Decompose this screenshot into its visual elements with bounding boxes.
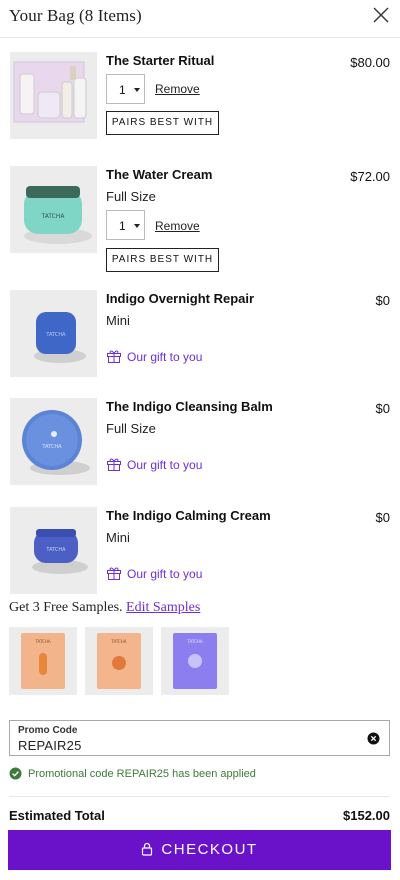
gift-note: Our gift to you (106, 348, 202, 364)
product-image-starter-ritual (10, 52, 97, 139)
item-size: Mini (106, 313, 130, 328)
checkout-button[interactable]: CHECKOUT (8, 830, 391, 870)
gift-label: Our gift to you (127, 458, 203, 472)
remove-link[interactable]: Remove (155, 219, 200, 233)
bag-header: Your Bag (8 Items) (0, 0, 400, 38)
gift-note: Our gift to you (106, 456, 202, 472)
svg-text:TATCHA: TATCHA (34, 639, 51, 644)
gift-icon (107, 567, 121, 580)
item-name: The Water Cream (106, 167, 213, 182)
edit-samples-link[interactable]: Edit Samples (126, 600, 200, 615)
item-name: The Indigo Calming Cream (106, 508, 271, 523)
svg-text:TATCHA: TATCHA (45, 332, 66, 338)
quantity-value: 1 (119, 219, 126, 233)
svg-text:TATCHA: TATCHA (41, 213, 66, 220)
product-image-indigo-calming-cream: TATCHA (10, 507, 97, 594)
clear-icon[interactable] (367, 732, 380, 745)
close-icon[interactable] (372, 6, 390, 24)
pairs-best-with-button[interactable]: PAIRS BEST WITH (106, 248, 219, 272)
svg-text:TATCHA: TATCHA (110, 639, 127, 644)
svg-text:TATCHA: TATCHA (41, 444, 62, 450)
remove-link[interactable]: Remove (155, 82, 200, 96)
svg-text:TATCHA: TATCHA (186, 639, 203, 644)
caret-down-icon (134, 224, 140, 228)
item-size: Full Size (106, 421, 156, 436)
free-samples-text: Get 3 Free Samples. (9, 600, 123, 615)
cart-item-starter-ritual: The Starter Ritual $80.00 1 Remove PAIRS… (0, 52, 400, 152)
product-image-water-cream: TATCHA (10, 166, 97, 253)
item-price: $80.00 (350, 55, 390, 70)
product-image-indigo-cleansing-balm: TATCHA (10, 398, 97, 485)
promo-code-label: Promo Code (18, 725, 78, 736)
estimated-total-value: $152.00 (343, 808, 390, 823)
bag-title: Your Bag (8 Items) (9, 6, 142, 25)
cart-item-water-cream: TATCHA The Water Cream $72.00 Full Size … (0, 166, 400, 276)
promo-code-field[interactable]: Promo Code REPAIR25 (9, 720, 390, 756)
lock-icon (142, 842, 153, 856)
quantity-select[interactable]: 1 (106, 74, 145, 104)
caret-down-icon (134, 88, 140, 92)
gift-icon (107, 458, 121, 471)
sample-orange-packet[interactable]: TATCHA (9, 627, 77, 695)
free-samples-line: Get 3 Free Samples. Edit Samples (9, 600, 200, 616)
item-price: $0 (375, 401, 390, 416)
promo-code-value[interactable]: REPAIR25 (18, 738, 82, 753)
sample-peach-packet[interactable]: TATCHA (85, 627, 153, 695)
product-image-indigo-overnight-repair: TATCHA (10, 290, 97, 377)
item-price: $72.00 (350, 169, 390, 184)
item-name: The Starter Ritual (106, 53, 215, 68)
checkout-label: CHECKOUT (161, 841, 258, 858)
pairs-best-with-button[interactable]: PAIRS BEST WITH (106, 111, 219, 135)
item-name: The Indigo Cleansing Balm (106, 399, 273, 414)
estimated-total-label: Estimated Total (9, 808, 105, 823)
item-size: Mini (106, 530, 130, 545)
gift-note: Our gift to you (106, 565, 202, 581)
gift-label: Our gift to you (127, 567, 203, 581)
cart-item-indigo-cleansing-balm: TATCHA The Indigo Cleansing Balm $0 Full… (0, 398, 400, 488)
quantity-select[interactable]: 1 (106, 210, 145, 240)
item-price: $0 (375, 293, 390, 308)
item-size: Full Size (106, 189, 156, 204)
sample-purple-packet[interactable]: TATCHA (161, 627, 229, 695)
svg-text:TATCHA: TATCHA (45, 547, 66, 553)
promo-applied-message: Promotional code REPAIR25 has been appli… (9, 767, 256, 780)
cart-item-indigo-calming-cream: TATCHA The Indigo Calming Cream $0 Mini … (0, 507, 400, 597)
cart-item-indigo-overnight-repair: TATCHA Indigo Overnight Repair $0 Mini O… (0, 290, 400, 380)
item-name: Indigo Overnight Repair (106, 291, 255, 306)
quantity-value: 1 (119, 83, 126, 97)
gift-label: Our gift to you (127, 350, 203, 364)
gift-icon (107, 350, 121, 363)
promo-message-text: Promotional code REPAIR25 has been appli… (28, 768, 256, 780)
item-price: $0 (375, 510, 390, 525)
divider (9, 796, 390, 797)
check-circle-icon (9, 767, 22, 780)
